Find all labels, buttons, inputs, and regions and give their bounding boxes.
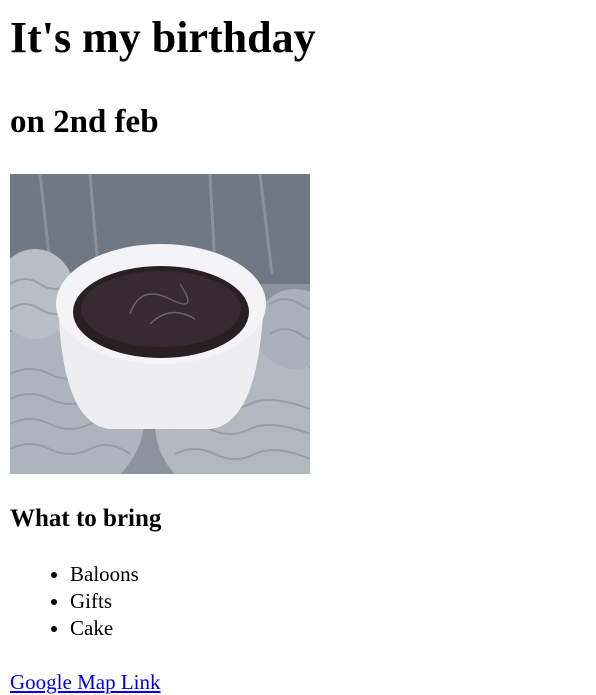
list-item: Baloons (70, 561, 586, 588)
list-item: Gifts (70, 588, 586, 615)
list-item: Cake (70, 615, 586, 642)
coffee-illustration (10, 174, 310, 474)
google-map-link[interactable]: Google Map Link (10, 669, 160, 695)
page-subtitle: on 2nd feb (10, 104, 159, 140)
bring-list: Baloons Gifts Cake (10, 561, 586, 642)
bring-title: What to bring (10, 505, 162, 532)
page-title: It's my birthday (10, 13, 316, 62)
coffee-photo (10, 174, 310, 474)
